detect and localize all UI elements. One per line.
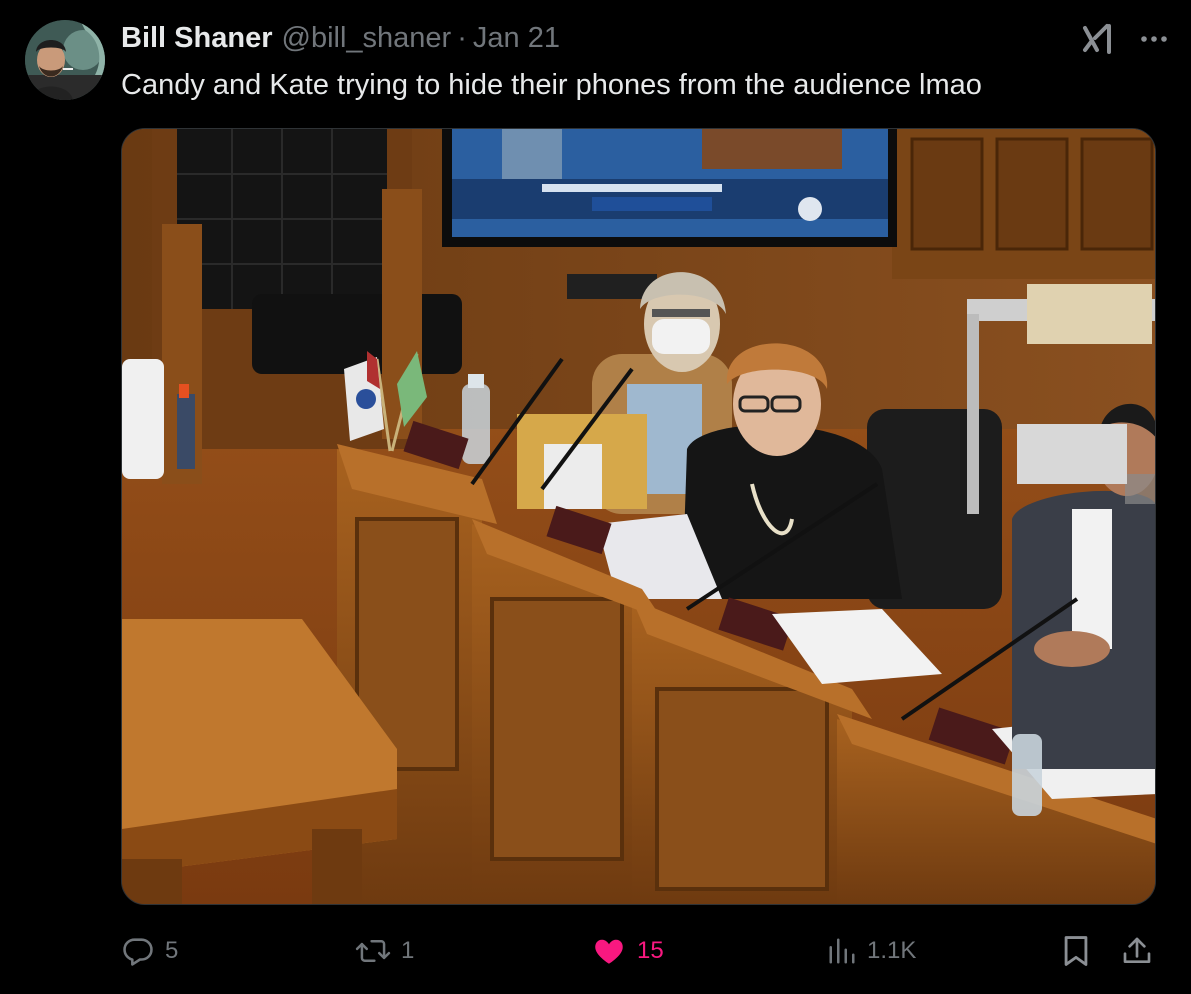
repost-button[interactable]: 1: [355, 928, 414, 974]
share-button[interactable]: [1121, 928, 1153, 974]
tweet-photo[interactable]: [121, 128, 1156, 905]
grok-icon[interactable]: [1081, 22, 1115, 56]
views-button[interactable]: 1.1K: [827, 928, 916, 974]
tweet-header: Bill Shaner @bill_shaner · Jan 21: [121, 22, 560, 55]
repost-icon: [355, 934, 391, 968]
bookmark-icon: [1061, 934, 1091, 968]
reply-count: 5: [165, 937, 179, 964]
tweet-action-bar: 5 1 15 1.1K: [121, 928, 1156, 974]
author-name[interactable]: Bill Shaner: [121, 22, 273, 55]
views-bar-chart-icon: [827, 935, 857, 967]
tweet-text: Candy and Kate trying to hide their phon…: [121, 69, 982, 101]
tweet: Bill Shaner @bill_shaner · Jan 21 Candy …: [0, 0, 1191, 994]
like-count: 15: [637, 937, 664, 964]
avatar[interactable]: [25, 20, 105, 100]
author-handle[interactable]: @bill_shaner: [282, 22, 452, 55]
top-right-icons: [1081, 22, 1169, 56]
bookmark-button[interactable]: [1061, 928, 1091, 974]
share-icon: [1121, 934, 1153, 968]
header-separator: ·: [457, 22, 467, 54]
tweet-date[interactable]: Jan 21: [473, 22, 560, 55]
more-horizontal-icon[interactable]: [1139, 24, 1169, 54]
reply-icon: [121, 934, 155, 968]
avatar-image: [25, 20, 105, 100]
views-count: 1.1K: [867, 937, 917, 964]
repost-count: 1: [401, 937, 415, 964]
like-button[interactable]: 15: [591, 928, 664, 974]
reply-button[interactable]: 5: [121, 928, 178, 974]
heart-filled-icon: [591, 934, 627, 968]
